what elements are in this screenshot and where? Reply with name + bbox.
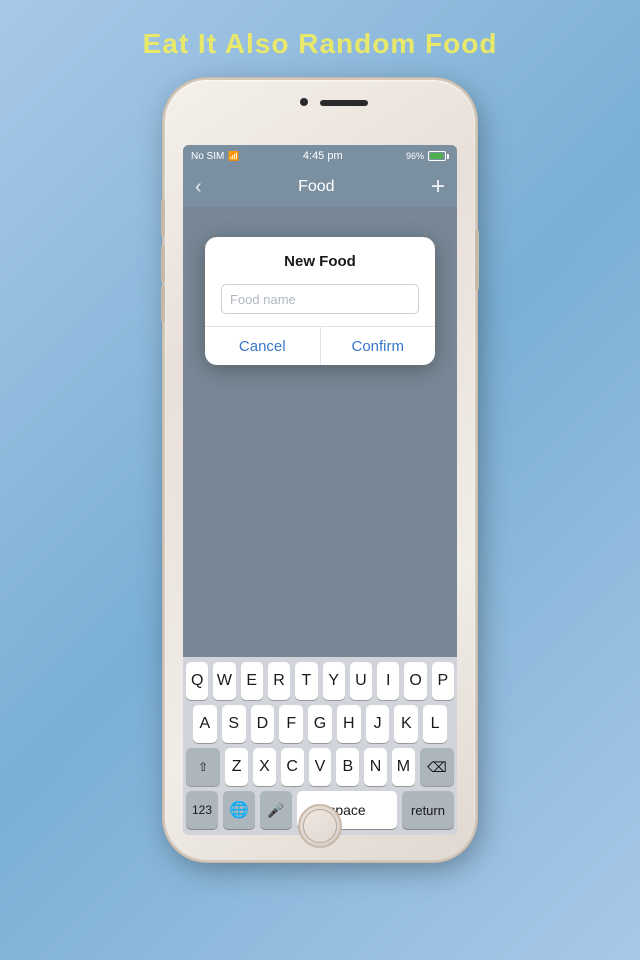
add-button[interactable]: + [431, 175, 445, 199]
dialog-box: New Food Cancel Confirm [205, 237, 435, 365]
return-key[interactable]: return [402, 791, 454, 829]
phone-screen: No SIM 📶 4:45 pm 96% ‹ Food + [183, 145, 457, 835]
key-e[interactable]: E [241, 662, 263, 700]
home-button-inner [303, 809, 337, 843]
app-title: Eat It Also Random Food [143, 28, 498, 60]
numbers-key[interactable]: 123 [186, 791, 218, 829]
phone-camera [300, 98, 308, 106]
status-right: 96% [406, 151, 449, 161]
key-b[interactable]: B [336, 748, 359, 786]
dialog-buttons: Cancel Confirm [205, 326, 435, 365]
nav-title: Food [298, 178, 334, 196]
key-n[interactable]: N [364, 748, 387, 786]
key-i[interactable]: I [377, 662, 399, 700]
home-button[interactable] [298, 804, 342, 848]
key-a[interactable]: A [193, 705, 217, 743]
key-j[interactable]: J [366, 705, 390, 743]
key-r[interactable]: R [268, 662, 290, 700]
back-button[interactable]: ‹ [195, 177, 202, 197]
key-z[interactable]: Z [225, 748, 248, 786]
keyboard-row-1: Q W E R T Y U I O P [183, 657, 457, 700]
keyboard-row-2: A S D F G H J K L [183, 700, 457, 743]
key-s[interactable]: S [222, 705, 246, 743]
phone-shell: No SIM 📶 4:45 pm 96% ‹ Food + [165, 80, 475, 860]
key-w[interactable]: W [213, 662, 235, 700]
key-v[interactable]: V [309, 748, 332, 786]
status-time: 4:45 pm [303, 150, 343, 162]
food-name-input[interactable] [221, 284, 419, 314]
battery-body [428, 151, 446, 161]
key-l[interactable]: L [423, 705, 447, 743]
main-content: New Food Cancel Confirm [183, 207, 457, 657]
battery-icon [428, 151, 449, 161]
status-left: No SIM 📶 [191, 151, 240, 162]
key-h[interactable]: H [337, 705, 361, 743]
key-t[interactable]: T [295, 662, 317, 700]
mic-key[interactable]: 🎤 [260, 791, 292, 829]
key-f[interactable]: F [279, 705, 303, 743]
nav-bar: ‹ Food + [183, 167, 457, 207]
key-g[interactable]: G [308, 705, 332, 743]
status-bar: No SIM 📶 4:45 pm 96% [183, 145, 457, 167]
dialog-title: New Food [205, 237, 435, 278]
phone-speaker [320, 100, 368, 106]
key-k[interactable]: K [394, 705, 418, 743]
cancel-button[interactable]: Cancel [205, 327, 321, 365]
keyboard-row-3: ⇧ Z X C V B N M ⌫ [183, 743, 457, 786]
globe-key[interactable]: 🌐 [223, 791, 255, 829]
key-o[interactable]: O [404, 662, 426, 700]
delete-key[interactable]: ⌫ [420, 748, 454, 786]
dialog-overlay: New Food Cancel Confirm [183, 207, 457, 657]
key-y[interactable]: Y [323, 662, 345, 700]
key-u[interactable]: U [350, 662, 372, 700]
key-p[interactable]: P [432, 662, 454, 700]
key-m[interactable]: M [392, 748, 415, 786]
key-d[interactable]: D [251, 705, 275, 743]
carrier-label: No SIM [191, 151, 224, 162]
key-x[interactable]: X [253, 748, 276, 786]
battery-percent: 96% [406, 151, 424, 161]
dialog-input-wrap [205, 278, 435, 326]
confirm-button[interactable]: Confirm [321, 327, 436, 365]
key-c[interactable]: C [281, 748, 304, 786]
key-q[interactable]: Q [186, 662, 208, 700]
battery-fill [430, 153, 443, 159]
battery-tip [447, 154, 449, 159]
shift-key[interactable]: ⇧ [186, 748, 220, 786]
wifi-icon: 📶 [228, 151, 239, 162]
